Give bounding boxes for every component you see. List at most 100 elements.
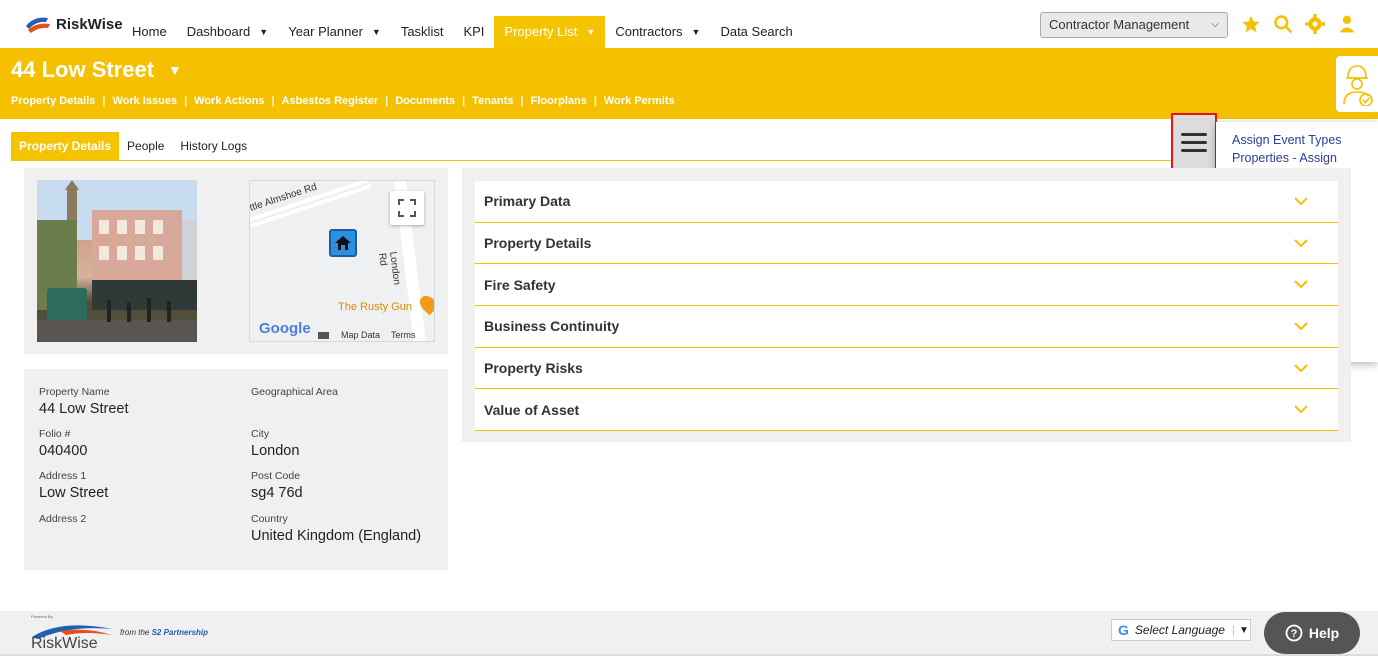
nav-item-label: Data Search bbox=[720, 24, 793, 39]
map-poi-label[interactable]: The Rusty Gun bbox=[338, 301, 412, 313]
property-title-text: 44 Low Street bbox=[11, 57, 155, 82]
nav-item-contractors[interactable]: Contractors ▼ bbox=[605, 16, 710, 48]
google-g-icon: G bbox=[1118, 622, 1129, 638]
hamburger-line bbox=[1181, 132, 1207, 136]
menu-item-properties-assign[interactable]: Properties - Assign bbox=[1216, 149, 1378, 167]
keyboard-icon[interactable] bbox=[318, 332, 329, 339]
hamburger-menu-button[interactable] bbox=[1171, 113, 1217, 171]
accordion-property-risks[interactable]: Property Risks bbox=[475, 348, 1338, 390]
main-nav: Home Dashboard ▼ Year Planner ▼ Tasklist KPI Pr… bbox=[122, 16, 803, 48]
riskwise-logo-icon bbox=[26, 17, 50, 33]
field-label: Country bbox=[251, 513, 288, 525]
dropdown-arrow-icon: ▼ bbox=[1232, 624, 1249, 636]
partnership-link[interactable]: S2 Partnership bbox=[152, 628, 208, 637]
nav-item-label: Home bbox=[132, 24, 167, 39]
field-property-name: Property Name 44 Low Street bbox=[39, 386, 128, 417]
accordion-business-continuity[interactable]: Business Continuity bbox=[475, 306, 1338, 348]
caret-down-icon: ▼ bbox=[691, 27, 701, 37]
subnav-separator: | bbox=[520, 95, 524, 107]
accordion-title: Fire Safety bbox=[484, 276, 556, 293]
field-label: Geographical Area bbox=[251, 386, 338, 398]
property-photo[interactable] bbox=[37, 180, 197, 342]
home-map-marker-icon[interactable] bbox=[329, 229, 357, 257]
tab-people[interactable]: People bbox=[119, 132, 172, 160]
field-label: Folio # bbox=[39, 428, 71, 440]
hamburger-line bbox=[1181, 148, 1207, 152]
subnav-tenants[interactable]: Tenants bbox=[472, 95, 513, 107]
field-label: Post Code bbox=[251, 470, 301, 482]
nav-item-year-planner[interactable]: Year Planner ▼ bbox=[278, 16, 391, 48]
top-icons bbox=[1240, 12, 1358, 36]
accordion-property-details[interactable]: Property Details bbox=[475, 223, 1338, 265]
module-select[interactable]: Contractor Management ⌵ bbox=[1040, 12, 1228, 38]
caret-down-icon: ▼ bbox=[586, 27, 596, 37]
fullscreen-icon bbox=[398, 199, 416, 217]
chevron-down-icon: ⌵ bbox=[1211, 19, 1219, 30]
worker-helmet-icon bbox=[1343, 65, 1373, 106]
hamburger-line bbox=[1181, 140, 1207, 144]
star-icon[interactable] bbox=[1240, 12, 1262, 36]
subnav-documents[interactable]: Documents bbox=[395, 95, 455, 107]
nav-item-data-search[interactable]: Data Search bbox=[710, 16, 802, 48]
tab-history-logs[interactable]: History Logs bbox=[172, 132, 255, 160]
nav-item-kpi[interactable]: KPI bbox=[453, 16, 494, 48]
field-country: Country United Kingdom (England) bbox=[251, 513, 421, 544]
language-select[interactable]: G Select Language ▼ bbox=[1111, 619, 1251, 641]
field-value: Low Street bbox=[39, 485, 109, 501]
subnav-floorplans[interactable]: Floorplans bbox=[531, 95, 587, 107]
nav-item-home[interactable]: Home bbox=[122, 16, 177, 48]
nav-item-label: Tasklist bbox=[400, 24, 444, 39]
accordion-title: Property Risks bbox=[484, 360, 583, 377]
user-icon[interactable] bbox=[1336, 12, 1358, 36]
chevron-down-icon bbox=[1294, 280, 1308, 289]
caret-down-icon: ▼ bbox=[168, 62, 182, 78]
map-terms-link[interactable]: Terms bbox=[391, 330, 416, 340]
property-map[interactable]: ttle Almshoe Rd London Rd The Rusty Gun … bbox=[249, 180, 435, 342]
fullscreen-button[interactable] bbox=[390, 191, 424, 225]
nav-item-label: Dashboard bbox=[186, 24, 251, 39]
field-value: 040400 bbox=[39, 443, 88, 459]
accordion-title: Property Details bbox=[484, 235, 592, 252]
nav-item-label: Year Planner bbox=[288, 24, 363, 39]
property-info-panel: Property Name 44 Low Street Folio # 0404… bbox=[24, 369, 448, 570]
map-road-label: London Rd bbox=[376, 251, 403, 286]
caret-down-icon: ▼ bbox=[259, 27, 269, 37]
field-address2: Address 2 bbox=[39, 513, 86, 525]
tab-property-details[interactable]: Property Details bbox=[11, 132, 120, 160]
subnav-work-actions[interactable]: Work Actions bbox=[194, 95, 264, 107]
nav-item-tasklist[interactable]: Tasklist bbox=[391, 16, 454, 48]
detail-tabs: Property Details People History Logs bbox=[11, 132, 1211, 161]
contractor-worker-button[interactable] bbox=[1336, 56, 1378, 112]
subnav-property-details[interactable]: Property Details bbox=[11, 95, 95, 107]
subnav-separator: | bbox=[102, 95, 106, 107]
field-value: London bbox=[251, 443, 300, 459]
subnav-work-permits[interactable]: Work Permits bbox=[604, 95, 675, 107]
subnav-asbestos-register[interactable]: Asbestos Register bbox=[282, 95, 379, 107]
accordion-value-of-asset[interactable]: Value of Asset bbox=[475, 389, 1338, 432]
property-header: 44 Low Street ▼ Property Details | Work Is… bbox=[0, 48, 1378, 119]
property-title[interactable]: 44 Low Street ▼ bbox=[11, 57, 182, 83]
help-button[interactable]: ? Help bbox=[1264, 612, 1360, 654]
field-label: Address 2 bbox=[39, 513, 87, 525]
accordion-title: Primary Data bbox=[484, 193, 571, 210]
menu-item-assign-event-types[interactable]: Assign Event Types bbox=[1216, 131, 1378, 149]
accordion-fire-safety[interactable]: Fire Safety bbox=[475, 264, 1338, 307]
nav-item-dashboard[interactable]: Dashboard ▼ bbox=[177, 16, 279, 48]
media-panel: ttle Almshoe Rd London Rd The Rusty Gun … bbox=[24, 168, 448, 354]
field-value: United Kingdom (England) bbox=[251, 528, 422, 544]
field-value: sg4 76d bbox=[251, 485, 303, 501]
field-label: Property Name bbox=[39, 386, 110, 398]
map-data-link[interactable]: Map Data bbox=[341, 330, 380, 340]
nav-item-property-list[interactable]: Property List ▼ bbox=[494, 16, 606, 48]
subnav-separator: | bbox=[593, 95, 597, 107]
search-icon[interactable] bbox=[1272, 12, 1294, 36]
accordion-primary-data[interactable]: Primary Data bbox=[475, 181, 1338, 223]
footer: Powered By RiskWise from the S2 Partners… bbox=[0, 611, 1378, 656]
subnav-separator: | bbox=[184, 95, 188, 107]
field-label: Address 1 bbox=[39, 470, 87, 482]
subnav-work-issues[interactable]: Work Issues bbox=[112, 95, 177, 107]
gear-icon[interactable] bbox=[1304, 12, 1326, 36]
riskwise-logo[interactable]: RiskWise bbox=[24, 12, 123, 36]
caret-down-icon: ▼ bbox=[371, 27, 381, 37]
field-postcode: Post Code sg4 76d bbox=[251, 470, 303, 501]
